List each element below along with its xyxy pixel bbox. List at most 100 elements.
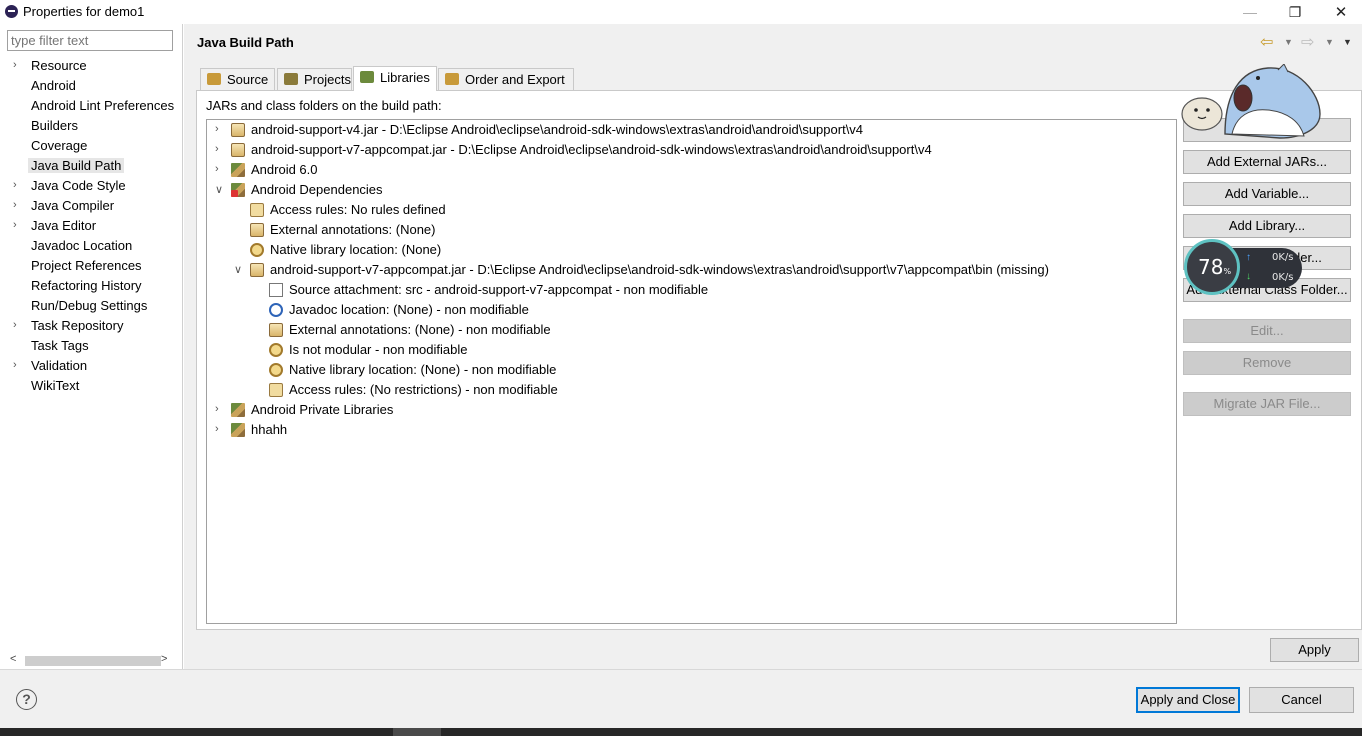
migrate-jar-file-button[interactable]: Migrate JAR File... [1183, 392, 1351, 416]
category-item[interactable]: Run/Debug Settings [0, 296, 182, 316]
category-item[interactable]: Android Lint Preferences [0, 96, 182, 116]
tab-libraries[interactable]: Libraries [353, 66, 437, 91]
category-item[interactable]: › Java Code Style [0, 176, 182, 196]
category-label: Android Lint Preferences [31, 98, 175, 113]
category-label: Builders [31, 118, 78, 133]
chevron-right-icon[interactable]: › [215, 123, 219, 135]
entry-label: android-support-v4.jar - D:\Eclipse Andr… [251, 122, 864, 137]
chevron-down-icon[interactable]: ∨ [234, 263, 242, 276]
entry-label: Access rules: No rules defined [270, 202, 446, 217]
tab-order-and-export[interactable]: Order and Export [438, 68, 574, 90]
scroll-right-icon[interactable]: > [161, 653, 167, 665]
module-icon [250, 243, 264, 257]
category-label: Project References [31, 258, 142, 273]
upload-rate: 0K/s [1272, 252, 1294, 263]
category-item[interactable]: Refactoring History [0, 276, 182, 296]
entry-label: Native library location: (None) [270, 242, 442, 257]
chevron-right-icon[interactable]: › [13, 219, 17, 231]
category-item[interactable]: › Resource [0, 56, 182, 76]
help-icon[interactable]: ? [16, 689, 37, 710]
category-item[interactable]: Java Build Path [0, 156, 182, 176]
network-speed-widget[interactable]: 78% ↑ 0K/s ↓ 0K/s [1184, 239, 1302, 295]
module-icon [269, 343, 283, 357]
build-path-entry[interactable]: Javadoc location: (None) - non modifiabl… [207, 300, 1175, 320]
shark-seal-sticker [1181, 64, 1321, 139]
chevron-right-icon[interactable]: › [13, 359, 17, 371]
source-folder-icon [207, 73, 221, 85]
chevron-right-icon[interactable]: › [215, 403, 219, 415]
chevron-right-icon[interactable]: › [13, 179, 17, 191]
build-path-entry[interactable]: ∨ Android Dependencies [207, 180, 1175, 200]
entry-label: External annotations: (None) [270, 222, 436, 237]
chevron-right-icon[interactable]: › [215, 163, 219, 175]
restore-button[interactable]: ❐ [1272, 0, 1318, 24]
back-arrow-icon[interactable]: ⇦ [1260, 32, 1273, 52]
chevron-right-icon[interactable]: › [13, 59, 17, 71]
tab-projects[interactable]: Projects [277, 68, 352, 90]
build-path-entry[interactable]: Native library location: (None) - non mo… [207, 360, 1175, 380]
build-path-entry[interactable]: Is not modular - non modifiable [207, 340, 1175, 360]
chevron-right-icon[interactable]: › [13, 199, 17, 211]
edit-button[interactable]: Edit... [1183, 319, 1351, 343]
category-item[interactable]: WikiText [0, 376, 182, 396]
category-item[interactable]: Android [0, 76, 182, 96]
upload-arrow-icon: ↑ [1246, 252, 1251, 263]
apply-and-close-button[interactable]: Apply and Close [1136, 687, 1240, 713]
horizontal-scrollbar[interactable]: < > [7, 653, 172, 668]
build-path-entry[interactable]: External annotations: (None) [207, 220, 1175, 240]
view-menu-icon[interactable]: ▼ [1343, 37, 1352, 47]
build-path-entry[interactable]: › android-support-v4.jar - D:\Eclipse And… [207, 120, 1175, 140]
taskbar-strip [0, 728, 1362, 736]
jar-icon [231, 143, 245, 157]
category-item[interactable]: › Task Repository [0, 316, 182, 336]
forward-dropdown-icon[interactable]: ▼ [1325, 37, 1334, 47]
javadoc-icon [269, 303, 283, 317]
entry-label: Android Dependencies [251, 182, 383, 197]
category-item[interactable]: Builders [0, 116, 182, 136]
add-library-button[interactable]: Add Library... [1183, 214, 1351, 238]
cancel-button[interactable]: Cancel [1249, 687, 1354, 713]
usage-percent: 78% [1198, 255, 1232, 279]
category-item[interactable]: › Java Editor [0, 216, 182, 236]
category-item[interactable]: Task Tags [0, 336, 182, 356]
build-path-entry[interactable]: › android-support-v7-appcompat.jar - D:\E… [207, 140, 1175, 160]
scroll-left-icon[interactable]: < [10, 653, 16, 665]
category-label: Refactoring History [31, 278, 142, 293]
build-path-entry[interactable]: › Android Private Libraries [207, 400, 1175, 420]
build-path-entry[interactable]: Source attachment: src - android-support… [207, 280, 1175, 300]
chevron-right-icon[interactable]: › [13, 319, 17, 331]
build-path-entry[interactable]: Access rules: (No restrictions) - non mo… [207, 380, 1175, 400]
scroll-thumb[interactable] [25, 656, 161, 666]
filter-input[interactable] [7, 30, 173, 51]
chevron-down-icon[interactable]: ∨ [215, 183, 223, 196]
tab-label: Source [227, 72, 269, 87]
tab-source[interactable]: Source [200, 68, 275, 90]
build-path-entry[interactable]: External annotations: (None) - non modif… [207, 320, 1175, 340]
forward-arrow-icon[interactable]: ⇨ [1301, 32, 1314, 52]
add-external-jars-button[interactable]: Add External JARs... [1183, 150, 1351, 174]
category-item[interactable]: › Validation [0, 356, 182, 376]
category-item[interactable]: Project References [0, 256, 182, 276]
build-path-entry[interactable]: › Android 6.0 [207, 160, 1175, 180]
library-error-icon [231, 183, 245, 197]
build-path-entry[interactable]: Native library location: (None) [207, 240, 1175, 260]
category-label: Javadoc Location [31, 238, 133, 253]
category-item[interactable]: Javadoc Location [0, 236, 182, 256]
entry-label: Android 6.0 [251, 162, 318, 177]
add-variable-button[interactable]: Add Variable... [1183, 182, 1351, 206]
build-path-entry[interactable]: › hhahh [207, 420, 1175, 440]
category-item[interactable]: › Java Compiler [0, 196, 182, 216]
close-button[interactable]: ✕ [1318, 0, 1362, 24]
build-path-entry[interactable]: Access rules: No rules defined [207, 200, 1175, 220]
tab-label: Order and Export [465, 72, 565, 87]
back-dropdown-icon[interactable]: ▼ [1284, 37, 1293, 47]
remove-button[interactable]: Remove [1183, 351, 1351, 375]
minimize-button[interactable]: — [1227, 0, 1273, 24]
chevron-right-icon[interactable]: › [215, 143, 219, 155]
apply-button[interactable]: Apply [1270, 638, 1359, 662]
build-path-entry[interactable]: ∨ android-support-v7-appcompat.jar - D:\E… [207, 260, 1175, 280]
category-item[interactable]: Coverage [0, 136, 182, 156]
chevron-right-icon[interactable]: › [215, 423, 219, 435]
title-bar: Properties for demo1 — ❐ ✕ [0, 0, 1362, 24]
build-path-tree[interactable]: › android-support-v4.jar - D:\Eclipse And… [206, 119, 1177, 624]
